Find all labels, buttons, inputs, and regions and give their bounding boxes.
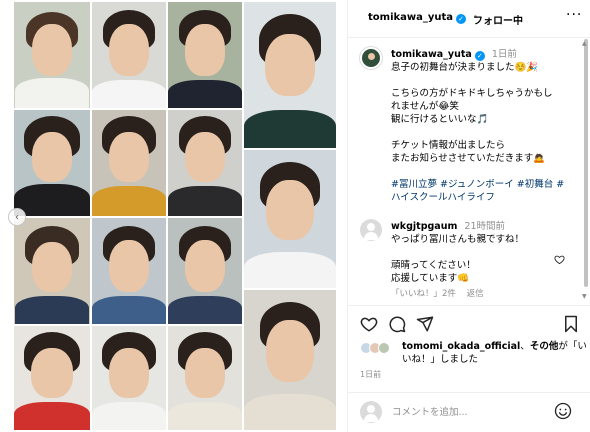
comment-item: wkgjtpgaum 21時間前 やっぱり冨川さんも親ですね！ 頑晴ってください…: [391, 220, 571, 301]
post-header: tomikawa_yuta ✓ • フォロー中 ···: [348, 0, 590, 38]
liker-avatar[interactable]: [378, 342, 390, 354]
add-comment-bar: [348, 392, 590, 432]
caption-line: こちらの方がドキドキしちゃうかもし: [391, 88, 553, 99]
post-details-panel: tomikawa_yuta ✓ • フォロー中 ··· tomikawa_yuta…: [347, 0, 590, 432]
caption-line: れませんが😂笑: [391, 101, 459, 112]
more-horizontal-icon[interactable]: ···: [566, 7, 582, 23]
author-avatar[interactable]: [360, 47, 382, 69]
hashtag-links[interactable]: #冨川立夢 #ジュノンボーイ #初舞台 #: [391, 178, 581, 191]
likes-suffix: が「い: [558, 341, 587, 352]
current-user-avatar: [360, 401, 382, 423]
verified-badge-icon: ✓: [456, 14, 467, 24]
comment-blank-line: [391, 246, 571, 259]
portrait-photo: [168, 326, 242, 430]
commenter-username[interactable]: wkgjtpgaum: [391, 221, 457, 232]
action-bar: [348, 305, 590, 339]
portrait-grid: [14, 2, 336, 430]
portrait-photo: [244, 150, 336, 288]
commenter-avatar[interactable]: [360, 219, 382, 241]
likes-suffix: いね！」しました: [402, 354, 479, 365]
liker-username-link[interactable]: tomomi_okada_official: [402, 341, 520, 352]
smiley-icon[interactable]: [554, 402, 572, 420]
portrait-photo: [92, 110, 166, 216]
portrait-photo: [244, 2, 336, 148]
portrait-photo: [168, 218, 242, 324]
reply-button[interactable]: 返信: [467, 289, 484, 299]
bookmark-icon[interactable]: [562, 315, 580, 333]
comments-scrollbar[interactable]: [584, 39, 588, 304]
comment-like-heart-icon[interactable]: [554, 254, 565, 268]
comment-likes-count[interactable]: 「いいね！」2件: [391, 289, 456, 299]
caption-line: チケット情報が出ましたら: [391, 140, 506, 151]
add-comment-input[interactable]: [392, 404, 542, 420]
carousel-prev-button[interactable]: ‹: [8, 208, 26, 226]
portrait-photo: [14, 326, 90, 430]
comment-icon[interactable]: [388, 315, 406, 333]
caption-time: 1日前: [491, 49, 517, 60]
portrait-photo: [92, 326, 166, 430]
portrait-photo: [168, 2, 242, 108]
portrait-photo: [92, 218, 166, 324]
instagram-post-window: ‹ tomikawa_yuta ✓ • フォロー中 ··· tomikawa_yu…: [0, 0, 590, 432]
hashtag-links[interactable]: ハイスクールハイライフ: [391, 191, 581, 204]
scroll-up-arrow-icon[interactable]: ▲: [582, 40, 587, 47]
caption-line: またお知らせさせていただきます🙇: [391, 153, 546, 164]
heart-icon[interactable]: [360, 315, 378, 333]
share-icon[interactable]: [416, 315, 434, 333]
comment-line: 頑晴ってください！: [391, 260, 476, 271]
author-username-link[interactable]: tomikawa_yuta ✓ •: [368, 12, 481, 24]
scroll-down-arrow-icon[interactable]: ▼: [582, 293, 587, 300]
comment-line: 応援しています👊: [391, 273, 470, 284]
likes-connector: 、: [520, 341, 530, 352]
caption-line: 息子の初舞台が決まりました☺️🎉: [391, 62, 539, 73]
portrait-photo: [14, 110, 90, 216]
comment-meta: 「いいね！」2件 返信: [391, 288, 571, 301]
post-image[interactable]: ‹: [0, 0, 347, 432]
comment-line: やっぱり冨川さんも親ですね！: [391, 234, 525, 245]
following-button[interactable]: フォロー中: [473, 12, 523, 27]
post-timestamp[interactable]: 1日前: [360, 369, 381, 380]
portrait-photo: [14, 2, 90, 108]
caption-username[interactable]: tomikawa_yuta: [391, 49, 472, 60]
author-username: tomikawa_yuta: [368, 12, 454, 23]
scrollbar-thumb[interactable]: [584, 39, 588, 287]
portrait-photo: [168, 110, 242, 216]
portrait-photo: [244, 290, 336, 430]
caption-line: 観に行けるといいな🎵: [391, 114, 489, 125]
portrait-photo: [92, 2, 166, 108]
post-caption: tomikawa_yuta ✓ 1日前 息子の初舞台が決まりました☺️🎉 こちらの…: [391, 48, 581, 204]
others-likes-link[interactable]: その他: [530, 341, 559, 352]
verified-badge-icon: ✓: [474, 51, 485, 61]
chevron-left-icon: ‹: [15, 211, 19, 223]
comment-time: 21時間前: [464, 221, 505, 232]
comments-scroll-area[interactable]: tomikawa_yuta ✓ 1日前 息子の初舞台が決まりました☺️🎉 こちらの…: [348, 39, 590, 304]
portrait-photo: [14, 218, 90, 324]
